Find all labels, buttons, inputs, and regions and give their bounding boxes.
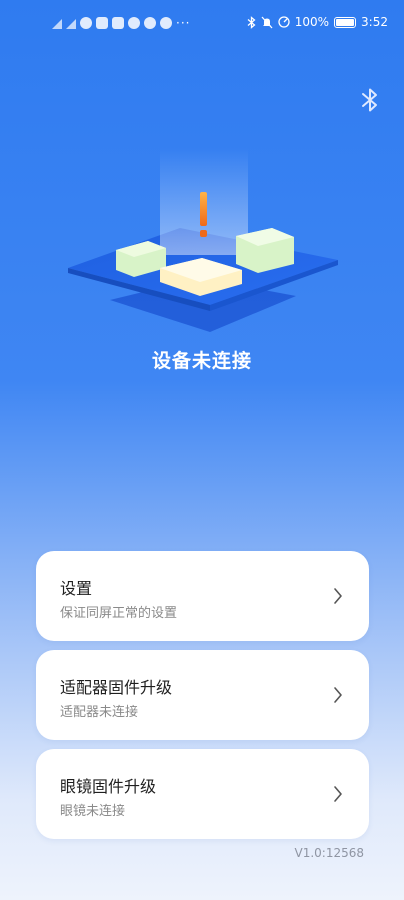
status-bluetooth-icon [247, 15, 256, 29]
app-notification-icon-3 [128, 17, 140, 29]
signal-icon-2 [66, 17, 76, 29]
more-notifications-icon: ··· [176, 16, 191, 30]
chevron-right-icon [334, 588, 342, 604]
bluetooth-icon [362, 88, 377, 112]
card-subtitle: 眼镜未连接 [60, 804, 126, 819]
clock: 3:52 [361, 15, 388, 29]
signal-icon [52, 17, 62, 29]
wifi-icon [80, 17, 92, 29]
app-notification-icon-4 [160, 17, 172, 29]
app-notification-icon [96, 17, 108, 29]
status-right-icons: 100% 3:52 [247, 15, 388, 29]
card-subtitle: 适配器未连接 [60, 705, 139, 720]
chevron-right-icon [334, 786, 342, 802]
status-left-icons: ··· [52, 16, 190, 30]
adapter-firmware-upgrade-card[interactable]: 适配器固件升级 适配器未连接 [36, 650, 369, 740]
app-notification-icon-2 [112, 17, 124, 29]
data-saver-icon [278, 16, 290, 28]
exclamation-icon [200, 192, 207, 237]
battery-percent: 100% [294, 15, 330, 29]
chevron-right-icon [334, 687, 342, 703]
card-subtitle: 保证同屏正常的设置 [60, 606, 178, 621]
bluetooth-button[interactable] [358, 86, 382, 114]
mute-icon [261, 16, 273, 28]
bulb-icon [144, 17, 156, 29]
card-title: 眼镜固件升级 [60, 777, 157, 796]
settings-card[interactable]: 设置 保证同屏正常的设置 [36, 551, 369, 641]
card-title: 适配器固件升级 [60, 678, 173, 697]
glasses-firmware-upgrade-card[interactable]: 眼镜固件升级 眼镜未连接 [36, 749, 369, 839]
card-title: 设置 [60, 579, 93, 598]
battery-icon [334, 16, 357, 28]
app-version: V1.0:12568 [294, 846, 364, 860]
status-bar: ··· 100% 3:52 [0, 0, 404, 50]
device-status-title: 设备未连接 [151, 350, 252, 372]
device-disconnected-illustration [60, 120, 350, 350]
